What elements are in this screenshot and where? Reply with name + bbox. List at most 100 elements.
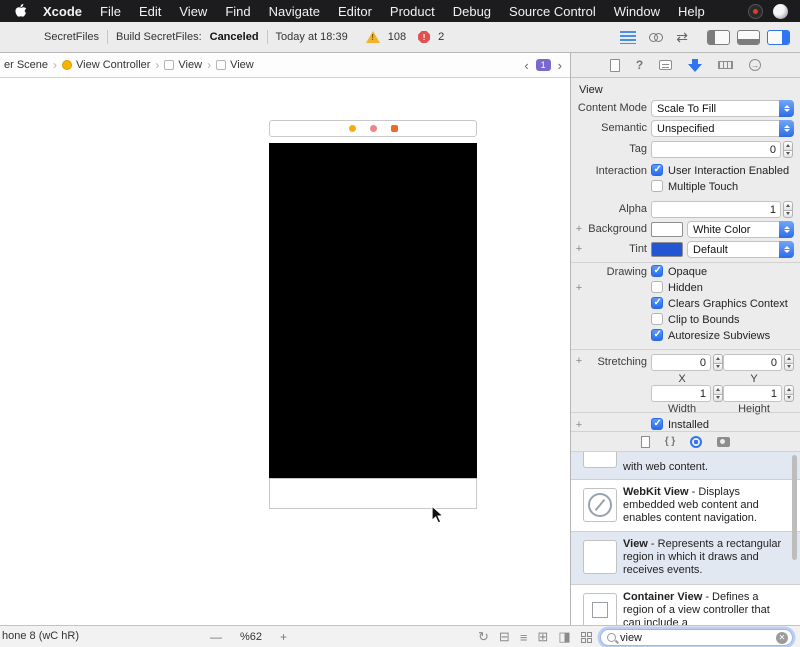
toggle-inspector-button[interactable] [767, 29, 790, 45]
toggle-navigator-button[interactable] [707, 29, 730, 45]
simulated-top-bar[interactable] [269, 120, 477, 137]
menu-find[interactable]: Find [225, 4, 250, 19]
list-item[interactable]: Container View - Defines a region of a v… [571, 585, 800, 625]
tint-value: Default [693, 243, 728, 256]
list-item[interactable]: View - Represents a rectangular region i… [571, 532, 800, 585]
menu-debug[interactable]: Debug [453, 4, 491, 19]
editor-list-icon[interactable] [620, 30, 637, 44]
code-snippets-icon[interactable]: { } [665, 436, 676, 447]
multiple-touch-label: Multiple Touch [668, 181, 739, 193]
menu-navigate[interactable]: Navigate [269, 4, 320, 19]
menu-edit[interactable]: Edit [139, 4, 161, 19]
stretch-y-stepper[interactable] [784, 354, 794, 371]
add-constraints-icon[interactable]: ⊞ [537, 629, 548, 645]
stretch-y-field[interactable]: 0 [723, 354, 782, 371]
installed-checkbox[interactable] [651, 418, 663, 430]
apple-menu-icon[interactable] [14, 3, 27, 19]
user-interaction-checkbox[interactable] [651, 164, 663, 176]
connections-inspector-icon[interactable]: → [749, 59, 762, 71]
alpha-stepper[interactable] [783, 201, 793, 218]
stretch-height-stepper[interactable] [784, 385, 794, 402]
selected-view[interactable] [269, 143, 477, 478]
add-variation-button[interactable]: + [574, 419, 584, 431]
menu-source-control[interactable]: Source Control [509, 4, 596, 19]
tag-stepper[interactable] [783, 141, 793, 158]
clear-icon[interactable]: ✕ [776, 631, 788, 644]
breadcrumb-view-controller[interactable]: View Controller [62, 59, 150, 71]
assistant-editor-icon[interactable]: ⇄ [676, 30, 688, 44]
object-library-icon[interactable] [690, 435, 703, 448]
grid-icon[interactable] [581, 632, 592, 643]
back-arrow[interactable]: ‹ [524, 58, 528, 73]
breadcrumb-view-2[interactable]: View [216, 59, 254, 71]
bottom-bar: hone 8 (wC hR) — %62 + ↻ ⊟ ≡ ⊞ ◨ ✕ [0, 625, 800, 647]
zoom-out-button[interactable]: — [210, 630, 222, 644]
background-popup[interactable]: White Color [687, 221, 794, 238]
embed-in-icon[interactable]: ⊟ [499, 629, 510, 645]
background-color-well[interactable] [651, 222, 683, 237]
error-count[interactable]: 2 [438, 31, 444, 43]
menu-editor[interactable]: Editor [338, 4, 372, 19]
resolve-layout-icon[interactable]: ◨ [558, 629, 570, 645]
attributes-inspector-icon[interactable] [688, 58, 703, 72]
tint-popup[interactable]: Default [687, 241, 794, 258]
file-templates-icon[interactable] [640, 435, 650, 448]
media-library-icon[interactable] [717, 436, 731, 447]
filter-input[interactable] [620, 631, 776, 644]
list-item[interactable]: WebKit View - Displays embedded web cont… [571, 480, 800, 532]
stretch-height-axis-label: Height [738, 403, 770, 415]
list-item[interactable]: with web content. [571, 452, 800, 480]
interaction-label: Interaction [595, 165, 647, 177]
menu-view[interactable]: View [179, 4, 207, 19]
issue-badge[interactable]: 1 [535, 59, 551, 71]
menu-app-xcode[interactable]: Xcode [43, 4, 82, 19]
warning-count[interactable]: 108 [388, 31, 406, 43]
semantic-popup[interactable]: Unspecified [651, 120, 794, 137]
error-icon[interactable]: ! [418, 31, 431, 43]
autoresize-checkbox[interactable] [651, 329, 663, 341]
stretch-y-axis-label: Y [750, 373, 758, 385]
build-status-result: Canceled [209, 31, 259, 43]
device-config-label[interactable]: hone 8 (wC hR) [2, 630, 79, 642]
storyboard-canvas[interactable] [0, 78, 570, 625]
multiple-touch-checkbox[interactable] [651, 180, 663, 192]
stretch-x-field[interactable]: 0 [651, 354, 711, 371]
warning-icon[interactable] [365, 31, 380, 43]
hidden-checkbox[interactable] [651, 281, 663, 293]
menu-product[interactable]: Product [390, 4, 435, 19]
library-filter-field[interactable]: ✕ [600, 629, 793, 646]
clears-graphics-checkbox[interactable] [651, 297, 663, 309]
version-editor-icon[interactable] [649, 32, 664, 42]
menu-extra-icon[interactable] [773, 3, 788, 19]
zoom-level[interactable]: %62 [240, 631, 262, 643]
screen-recording-icon[interactable] [748, 3, 763, 19]
add-variation-button[interactable]: + [574, 282, 584, 294]
size-inspector-icon[interactable] [718, 61, 734, 69]
bottom-view[interactable] [269, 478, 477, 509]
stretch-x-stepper[interactable] [713, 354, 723, 371]
stretch-width-stepper[interactable] [713, 385, 723, 402]
menu-window[interactable]: Window [614, 4, 660, 19]
update-frames-icon[interactable]: ↻ [478, 629, 489, 645]
identity-inspector-icon[interactable] [659, 60, 673, 70]
toggle-debug-area-button[interactable] [737, 29, 760, 45]
zoom-in-button[interactable]: + [280, 630, 287, 644]
menu-help[interactable]: Help [678, 4, 705, 19]
opaque-checkbox[interactable] [651, 265, 663, 277]
align-icon[interactable]: ≡ [520, 630, 528, 645]
scrollbar[interactable] [792, 455, 797, 560]
tag-field[interactable]: 0 [651, 141, 781, 158]
breadcrumb-view-1[interactable]: View [164, 59, 202, 71]
tag-label: Tag [629, 143, 647, 155]
breadcrumb-scene[interactable]: er Scene [4, 59, 48, 71]
tint-color-well[interactable] [651, 242, 683, 257]
stretch-width-field[interactable]: 1 [651, 385, 711, 402]
file-inspector-icon[interactable] [609, 58, 620, 72]
clip-to-bounds-checkbox[interactable] [651, 313, 663, 325]
forward-arrow[interactable]: › [558, 58, 562, 73]
alpha-field[interactable]: 1 [651, 201, 781, 218]
menu-file[interactable]: File [100, 4, 121, 19]
content-mode-popup[interactable]: Scale To Fill [651, 100, 794, 117]
quick-help-icon[interactable]: ? [636, 58, 643, 72]
stretch-height-field[interactable]: 1 [723, 385, 782, 402]
